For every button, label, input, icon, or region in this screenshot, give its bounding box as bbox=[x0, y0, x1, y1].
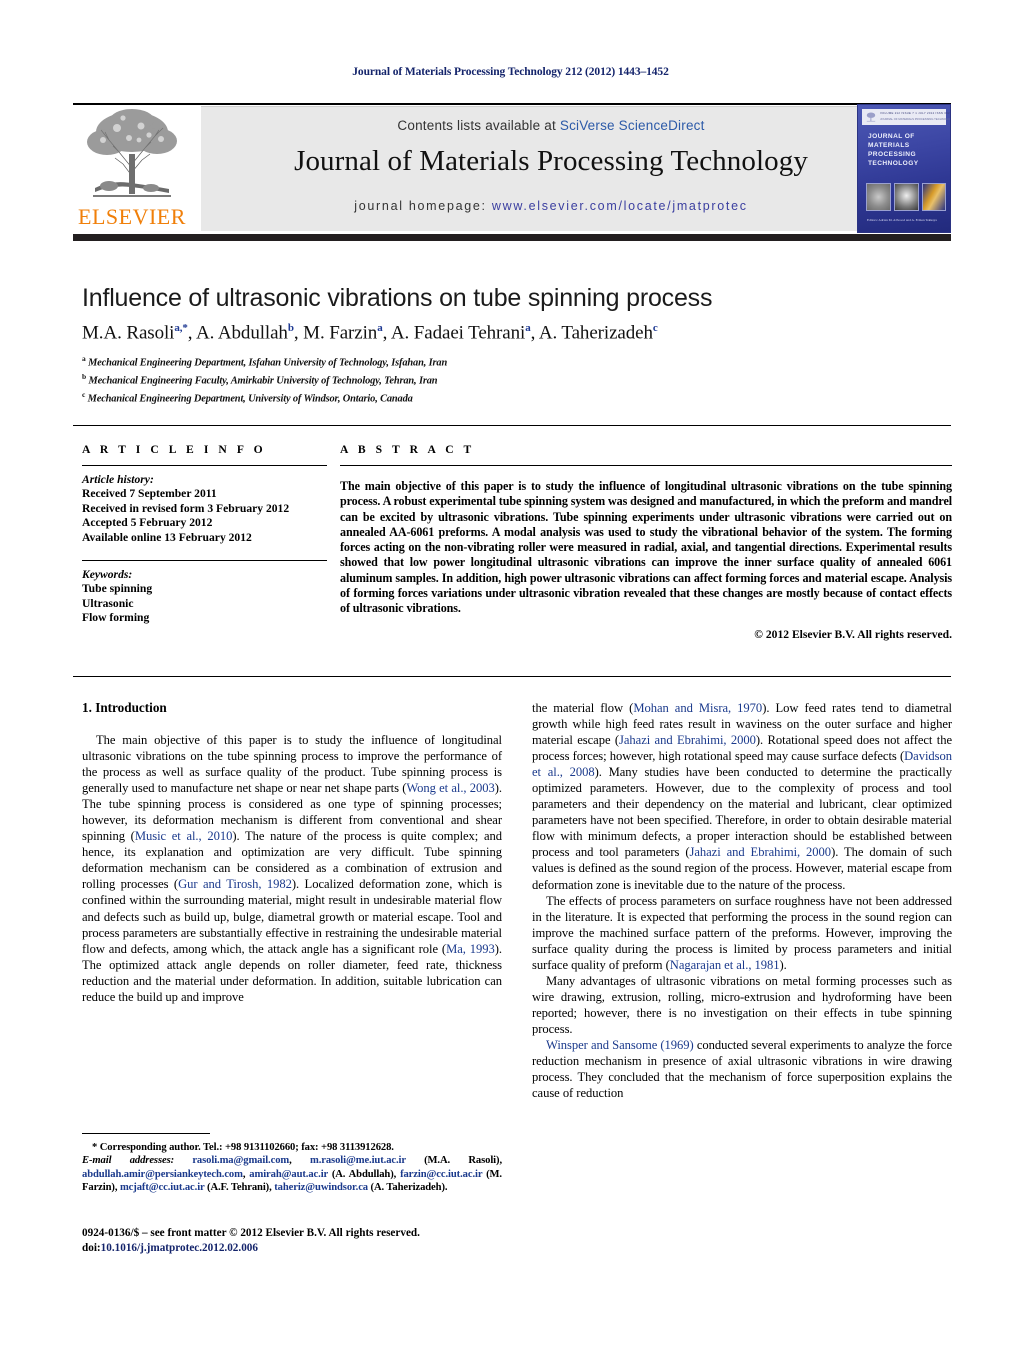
affiliation-text: Mechanical Engineering Department, Isfah… bbox=[88, 357, 448, 369]
article-info-heading: A R T I C L E I N F O bbox=[82, 443, 267, 456]
doi-label: doi: bbox=[82, 1242, 101, 1254]
doi-value[interactable]: 10.1016/j.jmatprotec.2012.02.006 bbox=[101, 1242, 258, 1254]
affiliation-item: b Mechanical Engineering Faculty, Amirka… bbox=[82, 370, 782, 388]
paragraph: Winsper and Sansome (1969) conducted sev… bbox=[532, 1037, 952, 1101]
section-heading-introduction: 1. Introduction bbox=[82, 700, 167, 715]
homepage-prefix: journal homepage: bbox=[354, 199, 492, 213]
cover-title-line2: PROCESSING TECHNOLOGY bbox=[868, 151, 919, 167]
journal-title: Journal of Materials Processing Technolo… bbox=[294, 145, 808, 177]
keywords-block: Keywords: Tube spinning Ultrasonic Flow … bbox=[82, 568, 327, 626]
article-info-rule bbox=[82, 465, 327, 466]
abstract-band-bottom-rule bbox=[73, 676, 951, 677]
cover-figure-2 bbox=[893, 183, 919, 211]
elsevier-logo: ELSEVIER bbox=[73, 104, 191, 232]
paragraph: The effects of process parameters on sur… bbox=[532, 893, 952, 972]
email-addresses-note: E-mail addresses: rasoli.ma@gmail.com, m… bbox=[82, 1155, 502, 1194]
front-matter-line: 0924-0136/$ – see front matter © 2012 El… bbox=[82, 1227, 420, 1239]
affiliation-mark: b bbox=[82, 371, 87, 381]
affiliation-mark: a bbox=[82, 354, 86, 363]
contents-available-line: Contents lists available at SciVerse Sci… bbox=[201, 118, 901, 133]
history-item: Received in revised form 3 February 2012 bbox=[82, 501, 290, 515]
abstract-heading: A B S T R A C T bbox=[340, 443, 475, 456]
cover-journal-title: JOURNAL OF MATERIALS PROCESSING TECHNOLO… bbox=[868, 132, 944, 168]
keyword-item: Tube spinning bbox=[82, 582, 153, 596]
paper-page: Journal of Materials Processing Technolo… bbox=[0, 0, 1021, 1351]
affiliation-list: a Mechanical Engineering Department, Isf… bbox=[82, 352, 782, 405]
abstract-text: The main objective of this paper is to s… bbox=[340, 479, 952, 616]
author-list: M.A. Rasolia,*, A. Abdullahb, M. Farzina… bbox=[82, 322, 658, 344]
affiliation-mark: c bbox=[82, 389, 86, 399]
cover-figure-strip bbox=[866, 183, 946, 211]
elsevier-tree-icon bbox=[87, 109, 177, 197]
journal-homepage-line: journal homepage: www.elsevier.com/locat… bbox=[201, 199, 901, 213]
cover-figure-1 bbox=[866, 183, 891, 211]
cover-elsevier-tree-icon bbox=[866, 112, 876, 122]
affiliation-text: Mechanical Engineering Faculty, Amirkabi… bbox=[88, 375, 438, 387]
keyword-item: Flow forming bbox=[82, 611, 150, 625]
cover-title-line1: JOURNAL OF MATERIALS bbox=[868, 133, 915, 149]
cover-topbar-line1: VOLUME 212 ISSUE 7 1 JULY 2012 ISSN 0924… bbox=[880, 111, 950, 115]
keyword-item: Ultrasonic bbox=[82, 596, 134, 610]
paragraph: the material flow (Mohan and Misra, 1970… bbox=[532, 701, 953, 892]
masthead-bottom-bar bbox=[73, 234, 951, 241]
doi-line: doi:10.1016/j.jmatprotec.2012.02.006 bbox=[82, 1241, 522, 1256]
abstract-rule bbox=[340, 465, 952, 466]
sciencedirect-link[interactable]: SciVerse ScienceDirect bbox=[560, 118, 705, 133]
paragraph: Many advantages of ultrasonic vibrations… bbox=[532, 973, 952, 1036]
footnote-block: * Corresponding author. Tel.: +98 913110… bbox=[82, 1141, 502, 1195]
cover-header-strip: VOLUME 212 ISSUE 7 1 JULY 2012 ISSN 0924… bbox=[862, 109, 950, 125]
abstract-column: A B S T R A C T The main objective of th… bbox=[340, 443, 952, 641]
article-info-column: A R T I C L E I N F O Article history: R… bbox=[82, 443, 327, 626]
history-item: Accepted 5 February 2012 bbox=[82, 516, 213, 530]
body-column-right: the material flow (Mohan and Misra, 1970… bbox=[532, 700, 952, 1101]
footnote-separator bbox=[82, 1133, 210, 1134]
affiliation-item: c Mechanical Engineering Department, Uni… bbox=[82, 388, 782, 406]
history-item: Received 7 September 2011 bbox=[82, 487, 217, 501]
affiliation-item: a Mechanical Engineering Department, Isf… bbox=[82, 352, 782, 370]
running-head: Journal of Materials Processing Technolo… bbox=[352, 66, 669, 78]
corresponding-author-note: * Corresponding author. Tel.: +98 913110… bbox=[92, 1142, 394, 1153]
article-history-block: Article history: Received 7 September 20… bbox=[82, 473, 327, 545]
body-column-left: 1. Introduction The main objective of th… bbox=[82, 700, 502, 1005]
homepage-url-link[interactable]: www.elsevier.com/locate/jmatprotec bbox=[492, 199, 748, 213]
article-history-label: Article history: bbox=[82, 473, 154, 486]
issn-copyright-block: 0924-0136/$ – see front matter © 2012 El… bbox=[82, 1226, 522, 1256]
abstract-copyright: © 2012 Elsevier B.V. All rights reserved… bbox=[754, 627, 952, 641]
elsevier-wordmark: ELSEVIER bbox=[78, 204, 186, 229]
journal-cover-thumbnail: VOLUME 212 ISSUE 7 1 JULY 2012 ISSN 0924… bbox=[857, 104, 951, 233]
affiliation-text: Mechanical Engineering Department, Unive… bbox=[87, 393, 413, 404]
history-item: Available online 13 February 2012 bbox=[82, 530, 252, 544]
keywords-label: Keywords: bbox=[82, 568, 133, 582]
cover-figure-3 bbox=[921, 183, 946, 211]
contents-prefix: Contents lists available at bbox=[397, 118, 560, 133]
page-title: Influence of ultrasonic vibrations on tu… bbox=[82, 284, 713, 312]
cover-editors-line: Editors: Adrian M. Allwood and A. Erman … bbox=[867, 218, 937, 222]
contents-panel: Contents lists available at SciVerse Sci… bbox=[201, 106, 901, 231]
abstract-band-top-rule bbox=[73, 425, 951, 426]
keywords-rule bbox=[82, 560, 327, 562]
journal-masthead: ELSEVIER Contents lists available at Sci… bbox=[73, 104, 951, 232]
paragraph: The main objective of this paper is to s… bbox=[82, 733, 503, 1004]
cover-topbar-line2: JOURNAL OF MATERIALS PROCESSING TECHNOLO… bbox=[880, 117, 951, 121]
